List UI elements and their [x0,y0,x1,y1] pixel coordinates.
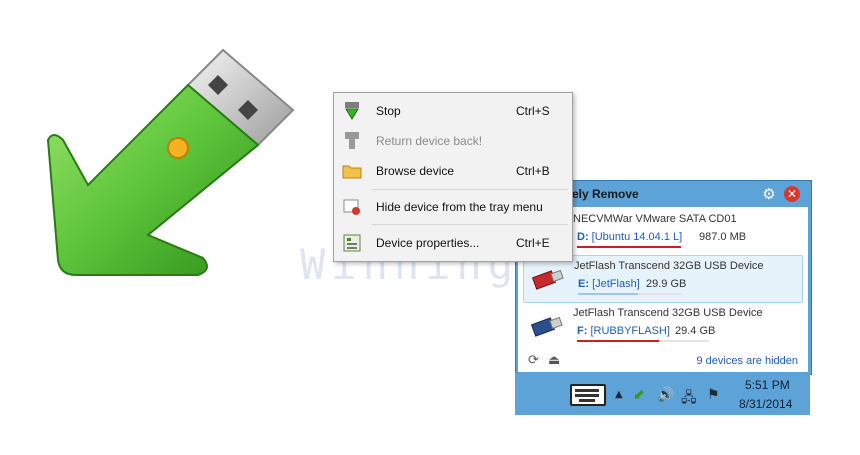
volume-icon[interactable]: 🔊 [657,387,674,403]
device-size: 987.0 MB [699,231,747,243]
panel-footer: ⟳ ⏏ 9 devices are hidden [528,353,798,371]
device-size: 29.4 GB [675,325,716,337]
menu-item-stop[interactable]: Stop Ctrl+S [336,98,570,124]
menu-item-device-properties[interactable]: Device properties... Ctrl+E [336,230,570,256]
menu-label: Browse device [376,164,455,178]
device-volume-link[interactable]: E: [JetFlash] [578,278,640,290]
menu-label: Stop [376,104,401,118]
show-hidden-icons-icon[interactable]: ▲ [615,389,623,400]
usb-blue-icon [531,316,563,337]
taskbar: ▲ ⬋ 🔊 🖧 ⚑ 5:51 PM 8/31/2014 [515,373,810,415]
device-volume-link[interactable]: F: [RUBBYFLASH] [577,325,670,337]
menu-item-hide-device[interactable]: Hide device from the tray menu [336,194,570,220]
menu-item-browse-device[interactable]: Browse device Ctrl+B [336,158,570,184]
context-menu: Stop Ctrl+S Return device back! Browse d… [333,92,573,262]
device-item-e[interactable]: JetFlash Transcend 32GB USB Device E: [J… [523,255,803,303]
device-name: NECVMWar VMware SATA CD01 [573,213,737,225]
drive-letter: E: [578,278,589,290]
settings-gear-icon[interactable]: ⚙ [761,186,777,202]
device-name: JetFlash Transcend 32GB USB Device [573,307,763,319]
menu-label: Device properties... [376,236,480,250]
usage-bar [638,293,682,295]
close-icon[interactable]: ✕ [784,186,800,202]
usage-bar [659,340,709,342]
menu-item-return-device[interactable]: Return device back! [336,128,570,154]
folder-icon [342,165,362,179]
refresh-icon[interactable]: ⟳ [528,353,539,368]
properties-icon [343,234,361,252]
stop-green-arrow-icon [345,102,359,120]
menu-shortcut: Ctrl+B [516,164,550,178]
drive-letter: F: [577,325,588,337]
hide-device-icon [343,199,360,215]
usb-red-icon [532,269,564,290]
device-size: 29.9 GB [646,278,687,290]
highlight-underline [577,340,659,342]
volume-label: [Ubuntu 14.04.1 L] [591,231,683,243]
action-center-flag-icon[interactable]: ⚑ [707,387,720,403]
menu-label: Hide device from the tray menu [376,200,543,214]
return-device-icon [345,132,359,149]
panel-title: fely Remove [568,187,639,201]
hidden-devices-link[interactable]: 9 devices are hidden [696,355,798,367]
clock-time[interactable]: 5:51 PM [745,378,790,392]
menu-label: Return device back! [376,134,483,148]
device-volume-link[interactable]: D: [Ubuntu 14.04.1 L] [577,231,682,243]
usage-bar-used [578,293,638,295]
highlight-underline [577,246,681,248]
clock-date[interactable]: 8/31/2014 [739,397,792,411]
drive-letter: D: [577,231,589,243]
volume-label: [RUBBYFLASH] [590,325,670,337]
device-item-f[interactable]: JetFlash Transcend 32GB USB Device F: [R… [523,303,801,349]
network-icon[interactable]: 🖧 [681,387,697,411]
stop-all-icon[interactable]: ⏏ [548,353,560,368]
menu-separator [372,224,568,225]
usb-tray-icon[interactable]: ⬋ [633,387,645,403]
usb-safely-remove-logo [46,48,295,276]
device-name: JetFlash Transcend 32GB USB Device [574,260,764,272]
volume-label: [JetFlash] [592,278,640,290]
menu-shortcut: Ctrl+S [516,104,550,118]
menu-separator [372,189,568,190]
menu-shortcut: Ctrl+E [516,236,550,250]
touch-keyboard-icon[interactable] [570,384,606,406]
